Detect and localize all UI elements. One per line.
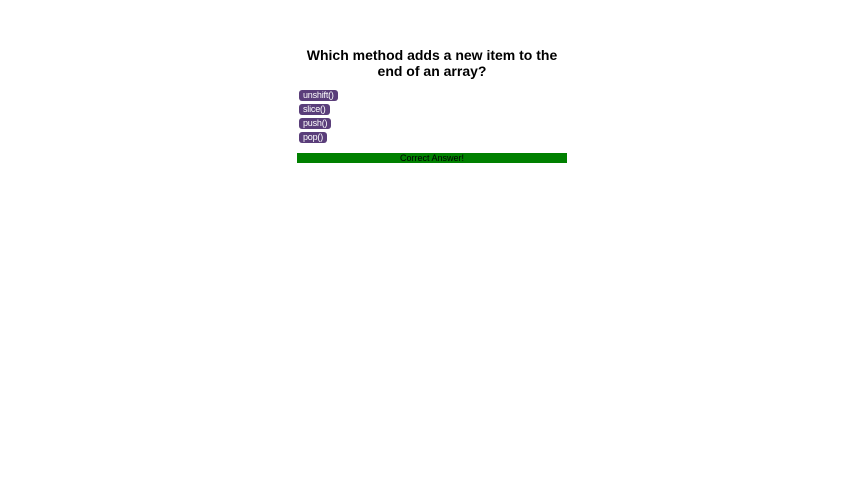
answer-list: unshift() slice() push() pop() bbox=[297, 90, 567, 146]
result-banner: Correct Answer! bbox=[297, 153, 567, 163]
answer-button-slice[interactable]: slice() bbox=[299, 104, 330, 115]
answer-button-push[interactable]: push() bbox=[299, 118, 332, 129]
quiz-container: Which method adds a new item to the end … bbox=[297, 47, 567, 163]
answer-button-pop[interactable]: pop() bbox=[299, 132, 328, 143]
question-text: Which method adds a new item to the end … bbox=[306, 47, 558, 79]
answer-button-unshift[interactable]: unshift() bbox=[299, 90, 338, 101]
